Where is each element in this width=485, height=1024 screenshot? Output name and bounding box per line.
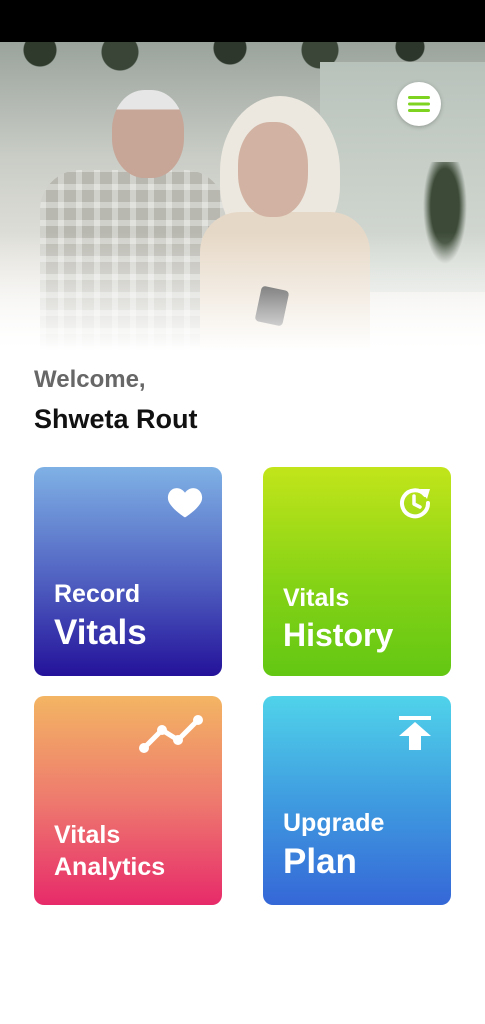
record-vitals-line1: Record xyxy=(54,580,141,608)
hamburger-menu-icon xyxy=(408,96,430,112)
upgrade-plan-tile[interactable]: Upgrade Plan xyxy=(263,696,451,905)
hero-woman-face xyxy=(238,122,308,217)
status-bar xyxy=(0,0,485,42)
user-name: Shweta Rout xyxy=(34,404,198,434)
upgrade-plan-line2: Plan xyxy=(283,842,357,881)
heart-icon xyxy=(166,485,204,524)
history-clock-icon xyxy=(397,485,433,526)
vitals-analytics-line1: Vitals xyxy=(54,821,121,849)
trend-line-icon xyxy=(138,714,204,759)
vitals-analytics-tile[interactable]: Vitals Analytics xyxy=(34,696,222,905)
upgrade-plan-line1: Upgrade xyxy=(283,809,385,837)
hero-man-head xyxy=(112,90,184,178)
menu-button[interactable] xyxy=(397,82,441,126)
record-vitals-tile[interactable]: Record Vitals xyxy=(34,467,222,676)
home-screen: Welcome, Shweta Rout Record Vitals Vital… xyxy=(0,0,485,1024)
upload-arrow-icon xyxy=(399,716,431,755)
vitals-analytics-line2: Analytics xyxy=(54,853,166,881)
vitals-history-tile[interactable]: Vitals History xyxy=(263,467,451,676)
record-vitals-line2: Vitals xyxy=(54,613,147,652)
vitals-history-line1: Vitals xyxy=(283,584,350,612)
vitals-history-line2: History xyxy=(283,617,394,653)
hero-fade xyxy=(0,232,485,372)
welcome-label: Welcome, xyxy=(34,366,146,393)
